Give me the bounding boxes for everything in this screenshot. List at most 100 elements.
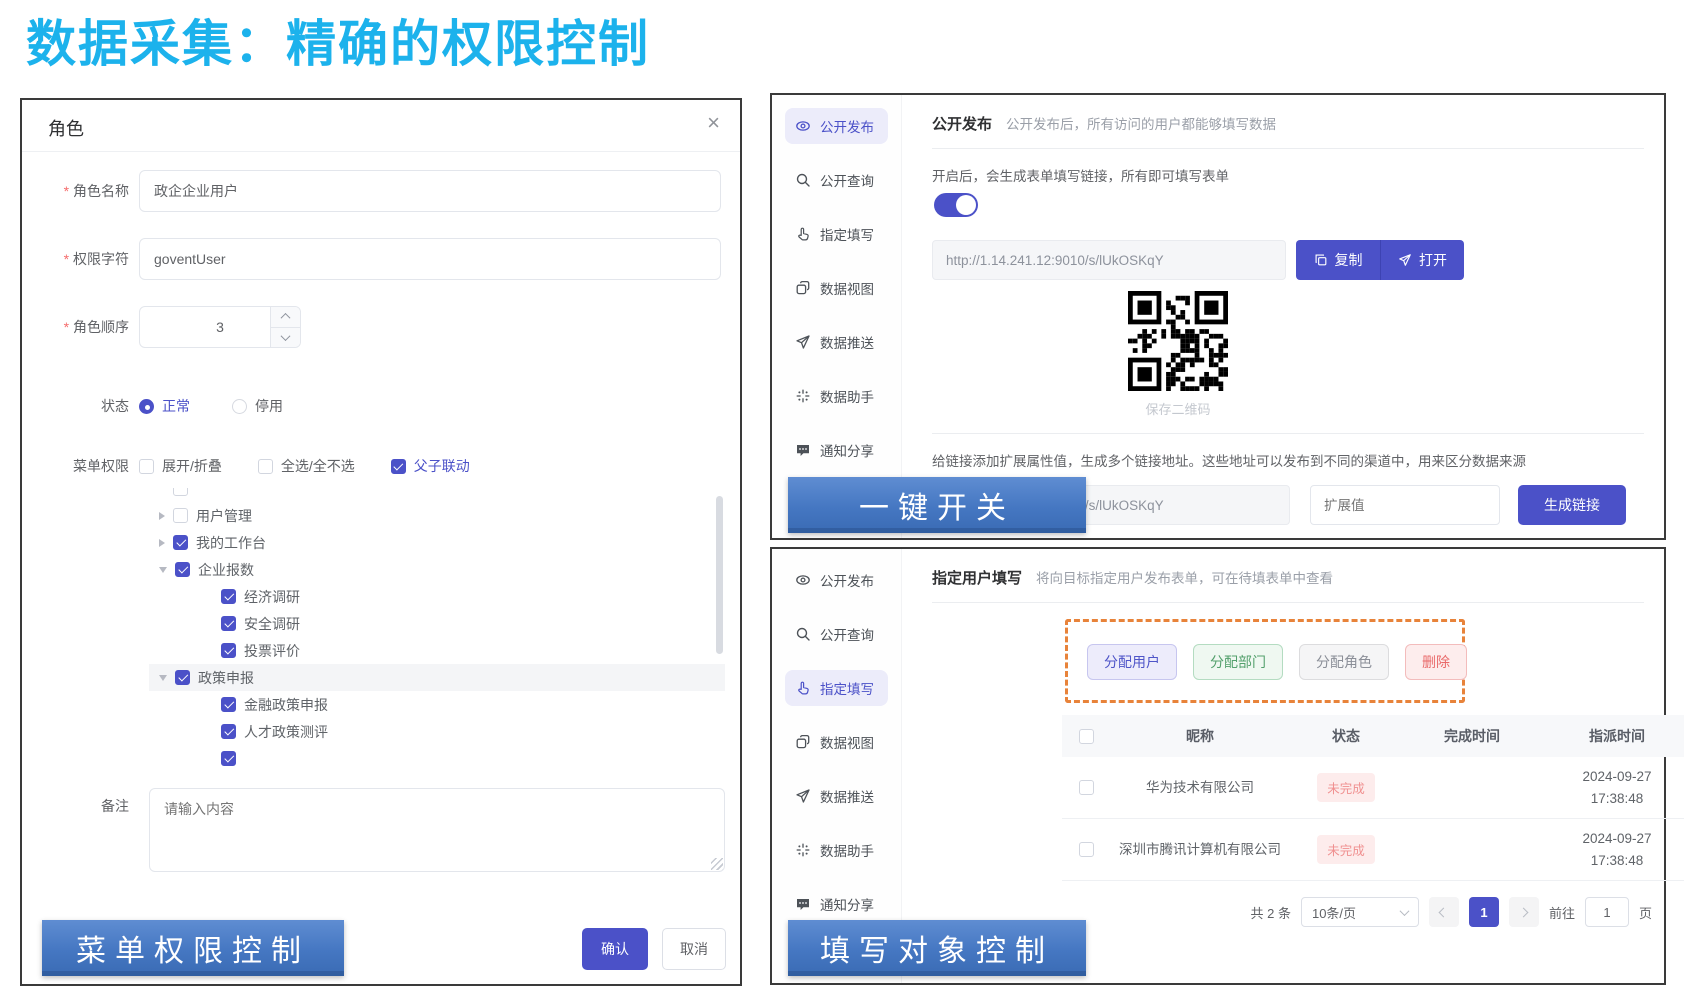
sidebar-item-chat[interactable]: 通知分享 [785,432,888,468]
tree-node[interactable]: 政策申报 [149,664,725,691]
publish-toggle[interactable] [934,193,978,217]
page-size-select[interactable]: 10条/页 [1301,897,1419,927]
tree-caret-icon[interactable] [159,539,165,547]
tree-node[interactable]: 我的工作台 [149,529,725,556]
tree-node[interactable]: 人才政策测评 [149,718,725,745]
action-button-red[interactable]: 删除 [1405,644,1467,680]
select-all-checkbox[interactable] [1079,729,1094,744]
stepper-up-button[interactable] [271,307,300,327]
row-checkbox[interactable] [1079,842,1094,857]
close-icon[interactable]: × [707,112,720,134]
sidebar-item-chat[interactable]: 通知分享 [785,886,888,922]
open-link-button[interactable]: 打开 [1380,240,1464,280]
assign-desc: 将向目标指定用户发布表单，可在待填表单中查看 [1036,567,1333,587]
status-radio-option[interactable]: 停用 [232,396,283,416]
sidebar-item-label: 指定填写 [820,224,874,244]
total-count: 共 2 条 [1251,903,1291,922]
checkbox-icon [173,535,188,550]
menu-option-checkbox[interactable]: 展开/折叠 [139,456,222,476]
assign-time: 2024-09-2717:38:48 [1542,766,1684,809]
menu-option-checkbox[interactable]: 全选/全不选 [258,456,355,476]
sidebar-item-label: 数据推送 [820,786,874,806]
sidebar-item-view[interactable]: 数据视图 [785,270,888,306]
sidebar-item-magic[interactable]: 数据助手 [785,378,888,414]
share-link-input[interactable] [932,240,1286,280]
status-radio-group: 正常 停用 [139,396,283,416]
save-qr-link[interactable]: 保存二维码 [1078,399,1278,418]
tree-node[interactable] [149,745,725,766]
menu-option-checkbox[interactable]: 父子联动 [391,456,470,476]
status-radio-selected[interactable]: 正常 [139,396,190,416]
ext-value-input[interactable] [1310,485,1500,525]
tree-node[interactable] [149,488,725,502]
cancel-button[interactable]: 取消 [662,928,726,970]
slide: 数据采集：精确的权限控制 角色 × 角色名称 权限字符 角色顺序 [0,0,1684,994]
tree-node[interactable]: 经济调研 [149,583,725,610]
sidebar-item-point[interactable]: 指定填写 [785,670,888,706]
textarea-resize-handle[interactable] [711,858,723,870]
sidebar-item-eye[interactable]: 公开发布 [785,108,888,144]
sidebar-item-search[interactable]: 公开查询 [785,162,888,198]
assign-main: 指定用户填写 将向目标指定用户发布表单，可在待填表单中查看 分配用户分配部门分配… [902,549,1664,983]
sidebar-item-send[interactable]: 数据推送 [785,778,888,814]
tree-node[interactable]: 金融政策申报 [149,691,725,718]
sidebar-item-view[interactable]: 数据视图 [785,724,888,760]
tree-node[interactable]: 用户管理 [149,502,725,529]
generate-link-button[interactable]: 生成链接 [1518,485,1626,525]
point-icon [795,226,811,242]
goto-label: 前往 [1549,903,1575,922]
copy-link-button[interactable]: 复制 [1296,240,1380,280]
table-header-row: 昵称状态完成时间指派时间操作 [1062,715,1684,757]
menu-permission-tree: 用户管理我的工作台企业报数经济调研安全调研投票评价政策申报金融政策申报人才政策测… [149,488,725,766]
fill-target-banner: 填写对象控制 [788,920,1086,976]
send-icon [795,788,811,804]
magic-icon [795,842,811,858]
menu-perm-label: 菜单权限 [22,456,139,476]
eye-icon [795,572,811,588]
page-unit-label: 页 [1639,903,1652,922]
chat-icon [795,442,811,458]
tree-node[interactable]: 企业报数 [149,556,725,583]
publish-sidebar: 公开发布公开查询指定填写数据视图数据推送数据助手通知分享 [772,95,902,538]
assign-time: 2024-09-2717:38:48 [1542,828,1684,871]
sidebar-item-label: 数据助手 [820,386,874,406]
tree-node[interactable]: 安全调研 [149,610,725,637]
role-name-input[interactable] [139,170,721,212]
sidebar-item-label: 数据推送 [820,332,874,352]
confirm-button[interactable]: 确认 [582,928,648,970]
current-page-button[interactable]: 1 [1469,897,1499,927]
goto-page-input[interactable] [1585,897,1629,927]
search-icon [795,626,811,642]
row-checkbox[interactable] [1079,780,1094,795]
tree-caret-icon[interactable] [159,567,167,573]
action-button-green[interactable]: 分配部门 [1193,644,1283,680]
tree-scrollbar[interactable] [716,496,723,654]
tree-node-label: 我的工作台 [196,533,266,553]
table-row: 华为技术有限公司未完成2024-09-2717:38:48删除 [1062,757,1684,819]
sidebar-item-label: 数据视图 [820,278,874,298]
column-header: 状态 [1290,726,1402,746]
sidebar-item-send[interactable]: 数据推送 [785,324,888,360]
role-name-label: 角色名称 [22,181,139,201]
next-page-button[interactable] [1509,897,1539,927]
action-button-purple[interactable]: 分配用户 [1087,644,1177,680]
tree-caret-icon[interactable] [159,675,167,681]
radio-icon [232,399,247,414]
perm-char-input[interactable] [139,238,721,280]
checkbox-icon [221,697,236,712]
stepper-down-button[interactable] [271,327,300,348]
sidebar-item-point[interactable]: 指定填写 [785,216,888,252]
sidebar-item-magic[interactable]: 数据助手 [785,832,888,868]
sidebar-item-search[interactable]: 公开查询 [785,616,888,652]
sidebar-item-label: 通知分享 [820,440,874,460]
chevron-down-icon [281,331,291,341]
checkbox-icon [173,508,188,523]
checkbox-icon [221,616,236,631]
note-textarea[interactable] [149,788,725,872]
tree-node-label: 政策申报 [198,668,254,688]
action-button-gray[interactable]: 分配角色 [1299,644,1389,680]
prev-page-button[interactable] [1429,897,1459,927]
tree-node[interactable]: 投票评价 [149,637,725,664]
sidebar-item-eye[interactable]: 公开发布 [785,562,888,598]
tree-caret-icon[interactable] [159,512,165,520]
